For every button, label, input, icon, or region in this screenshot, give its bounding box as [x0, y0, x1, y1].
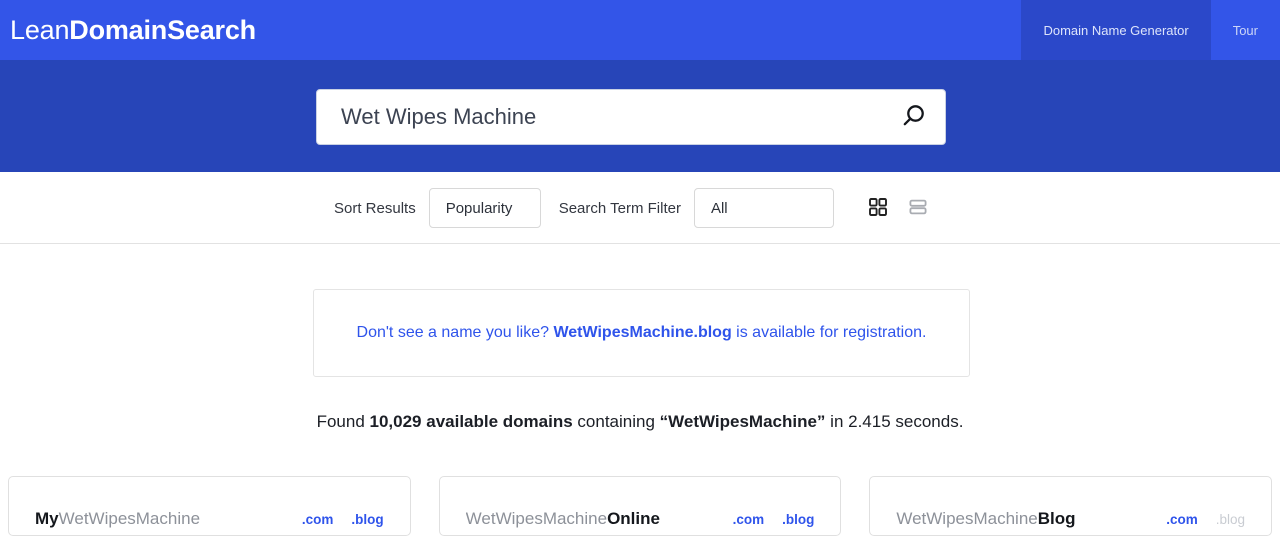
tld-link-com[interactable]: .com: [733, 512, 765, 527]
sort-results-value: Popularity: [445, 199, 513, 217]
site-logo[interactable]: LeanDomainSearch: [10, 0, 256, 60]
domain-name: WetWipesMachineOnline: [466, 483, 733, 529]
search-hero-band: [0, 60, 1280, 172]
filter-controls: Sort Results Popularity Search Term Filt…: [334, 172, 852, 244]
search-term-filter-value: All: [710, 199, 728, 217]
grid-view-icon: [869, 197, 887, 219]
domain-result-card[interactable]: WetWipesMachineBlog .com .blog: [869, 476, 1273, 536]
domain-name-suffix: Online: [607, 509, 660, 528]
domain-name: MyWetWipesMachine: [35, 483, 302, 529]
logo-text-lean: Lean: [10, 15, 70, 45]
domain-name: WetWipesMachineBlog: [896, 483, 1166, 529]
promo-prefix: Don't see a name you like?: [356, 323, 554, 341]
domain-name-base: WetWipesMachine: [465, 509, 608, 528]
summary-suffix: in 2.415 seconds.: [825, 412, 964, 431]
search-submit-button[interactable]: [889, 90, 945, 144]
summary-term: “WetWipesMachine”: [659, 412, 826, 431]
nav-item-domain-name-generator[interactable]: Domain Name Generator: [1021, 0, 1211, 60]
tld-links: .com .blog: [733, 486, 815, 527]
search-box[interactable]: [316, 89, 946, 145]
list-view-icon: [909, 198, 927, 219]
logo-text-domainsearch: DomainSearch: [69, 15, 256, 45]
nav-links: Domain Name Generator Tour: [1021, 0, 1280, 60]
search-input[interactable]: [317, 90, 889, 144]
domain-results-grid: MyWetWipesMachine .com .blog WetWipesMac…: [0, 476, 1280, 536]
domain-name-base: WetWipesMachine: [58, 509, 201, 528]
domain-result-card[interactable]: WetWipesMachineOnline .com .blog: [438, 476, 842, 536]
view-mode-toggles: [866, 172, 930, 244]
tld-links: .com .blog: [1166, 486, 1245, 527]
domain-result-card[interactable]: MyWetWipesMachine .com .blog: [8, 476, 411, 536]
grid-view-button[interactable]: [866, 196, 890, 220]
nav-item-tour[interactable]: Tour: [1211, 0, 1280, 60]
promo-message: Don't see a name you like? WetWipesMachi…: [357, 323, 927, 344]
tld-link-com[interactable]: .com: [302, 512, 334, 527]
domain-name-suffix: Blog: [1037, 509, 1076, 528]
nav-item-label: Tour: [1232, 22, 1258, 38]
tld-link-blog[interactable]: .blog: [782, 512, 814, 527]
registration-promo-banner[interactable]: Don't see a name you like? WetWipesMachi…: [313, 289, 970, 377]
tld-link-blog[interactable]: .blog: [1216, 512, 1245, 527]
promo-suffix: is available for registration.: [731, 323, 927, 341]
sort-results-select[interactable]: Popularity: [428, 188, 541, 228]
summary-count: 10,029 available domains: [369, 412, 573, 431]
summary-middle: containing: [572, 412, 660, 431]
results-summary: Found 10,029 available domains containin…: [0, 412, 1280, 432]
search-term-filter-label: Search Term Filter: [558, 199, 681, 217]
nav-item-label: Domain Name Generator: [1043, 22, 1189, 38]
results-filter-bar: Sort Results Popularity Search Term Filt…: [0, 172, 1280, 244]
tld-link-com[interactable]: .com: [1166, 512, 1198, 527]
domain-name-prefix: My: [35, 509, 59, 528]
search-icon: [898, 101, 928, 134]
domain-name-base: WetWipesMachine: [896, 509, 1038, 528]
tld-links: .com .blog: [302, 486, 384, 527]
top-navigation-bar: LeanDomainSearch Domain Name Generator T…: [0, 0, 1280, 60]
search-term-filter-select[interactable]: All: [693, 188, 834, 228]
sort-results-label: Sort Results: [334, 199, 416, 217]
tld-link-blog[interactable]: .blog: [351, 512, 383, 527]
summary-prefix: Found: [316, 412, 370, 431]
list-view-button[interactable]: [906, 196, 930, 220]
promo-domain[interactable]: WetWipesMachine.blog: [553, 324, 731, 341]
